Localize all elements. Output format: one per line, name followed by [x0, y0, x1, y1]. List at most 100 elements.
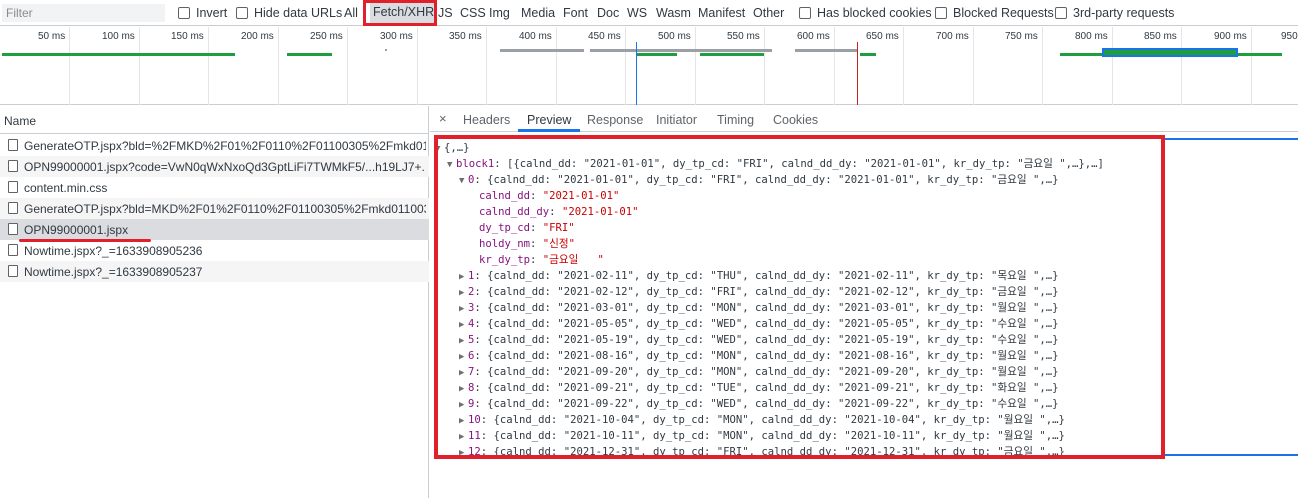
third-party-requests-label[interactable]: 3rd-party requests — [1073, 6, 1174, 20]
tick-line — [834, 27, 835, 105]
type-filter-wasm[interactable]: Wasm — [656, 6, 691, 20]
tab-response[interactable]: Response — [587, 113, 643, 127]
tick-line — [486, 27, 487, 105]
tick-line — [278, 27, 279, 105]
request-name: OPN99000001.jspx?code=VwN0qWxNxoQd3GptLi… — [24, 160, 426, 174]
tab-cookies[interactable]: Cookies — [773, 113, 818, 127]
red-underline-annotation — [19, 239, 151, 242]
network-filter-bar: Invert Hide data URLs All Fetch/XHR JS C… — [0, 0, 1298, 26]
third-party-requests-checkbox[interactable] — [1055, 7, 1067, 19]
request-name: OPN99000001.jspx — [24, 223, 129, 237]
blocked-requests-label[interactable]: Blocked Requests — [953, 6, 1054, 20]
timing-bar — [860, 53, 876, 56]
document-icon — [8, 223, 18, 235]
type-filter-manifest[interactable]: Manifest — [698, 6, 745, 20]
timing-bar — [500, 49, 584, 52]
tick-label: 750 ms — [1005, 31, 1038, 42]
filter-input[interactable] — [2, 4, 165, 22]
tick-line — [417, 27, 418, 105]
tick-label: 600 ms — [797, 31, 830, 42]
request-row[interactable]: content.min.css — [0, 177, 429, 198]
tick-label: 700 ms — [936, 31, 969, 42]
request-row[interactable]: GenerateOTP.jspx?bld=MKD%2F01%2F0110%2F0… — [0, 198, 429, 219]
timing-bar — [287, 53, 332, 56]
preview-highlight-box — [434, 135, 1165, 459]
type-filter-ws[interactable]: WS — [627, 6, 647, 20]
request-row[interactable]: Nowtime.jspx?_=1633908905236 — [0, 240, 429, 261]
tick-line — [69, 27, 70, 105]
fetch-xhr-highlight-box — [363, 0, 437, 26]
tick-label: 550 ms — [727, 31, 760, 42]
has-blocked-cookies-checkbox[interactable] — [799, 7, 811, 19]
type-filter-js[interactable]: JS — [438, 6, 453, 20]
type-filter-other[interactable]: Other — [753, 6, 784, 20]
tab-timing[interactable]: Timing — [717, 113, 754, 127]
timing-bar — [700, 53, 764, 56]
tick-label: 900 ms — [1214, 31, 1247, 42]
tick-label: 200 ms — [241, 31, 274, 42]
tick-line — [1251, 27, 1252, 105]
type-filter-font[interactable]: Font — [563, 6, 588, 20]
tick-line — [764, 27, 765, 105]
tick-label: 50 ms — [38, 31, 66, 42]
network-overview[interactable]: 50 ms 100 ms 150 ms 200 ms 250 ms 300 ms… — [0, 27, 1298, 105]
document-icon — [8, 160, 18, 172]
name-column-header[interactable]: Name — [0, 106, 429, 134]
type-filter-css[interactable]: CSS — [460, 6, 486, 20]
tab-initiator[interactable]: Initiator — [656, 113, 697, 127]
tick-label: 500 ms — [658, 31, 691, 42]
tab-preview[interactable]: Preview — [527, 113, 571, 127]
tick-line — [347, 27, 348, 105]
tick-label: 950 — [1281, 31, 1298, 42]
tick-line — [625, 27, 626, 105]
close-icon[interactable]: × — [439, 111, 447, 126]
tick-label: 150 ms — [171, 31, 204, 42]
document-icon — [8, 265, 18, 277]
type-filter-doc[interactable]: Doc — [597, 6, 619, 20]
type-filter-media[interactable]: Media — [521, 6, 555, 20]
timing-bar — [2, 53, 235, 56]
tick-line — [973, 27, 974, 105]
tick-label: 250 ms — [310, 31, 343, 42]
tick-label: 300 ms — [380, 31, 413, 42]
active-tab-indicator — [518, 129, 580, 132]
document-icon — [8, 139, 18, 151]
timing-bar — [795, 49, 857, 52]
dom-content-loaded-marker — [636, 42, 637, 105]
tab-headers[interactable]: Headers — [463, 113, 510, 127]
request-name: GenerateOTP.jspx?bld=MKD%2F01%2F0110%2F0… — [24, 202, 426, 216]
tick-line — [556, 27, 557, 105]
selection-border-bottom — [1163, 454, 1298, 456]
type-filter-img[interactable]: Img — [489, 6, 510, 20]
request-list-panel: Name GenerateOTP.jspx?bld=%2FMKD%2F01%2F… — [0, 106, 429, 498]
request-row[interactable]: GenerateOTP.jspx?bld=%2FMKD%2F01%2F0110%… — [0, 135, 429, 156]
request-row[interactable]: OPN99000001.jspx?code=VwN0qWxNxoQd3GptLi… — [0, 156, 429, 177]
timing-bar — [1104, 50, 1236, 55]
tick-line — [695, 27, 696, 105]
tick-line — [208, 27, 209, 105]
type-filter-all[interactable]: All — [344, 6, 358, 20]
request-row[interactable]: Nowtime.jspx?_=1633908905237 — [0, 261, 429, 282]
invert-label[interactable]: Invert — [196, 6, 227, 20]
tick-label: 350 ms — [449, 31, 482, 42]
tick-line — [1042, 27, 1043, 105]
document-icon — [8, 202, 18, 214]
name-column-label: Name — [4, 114, 37, 128]
has-blocked-cookies-label[interactable]: Has blocked cookies — [817, 6, 932, 20]
tick-line — [903, 27, 904, 105]
invert-checkbox[interactable] — [178, 7, 190, 19]
tick-label: 850 ms — [1144, 31, 1177, 42]
hide-data-urls-checkbox[interactable] — [236, 7, 248, 19]
tick-label: 400 ms — [519, 31, 552, 42]
hide-data-urls-label[interactable]: Hide data URLs — [254, 6, 342, 20]
timing-bar — [590, 49, 772, 52]
load-event-marker — [857, 42, 858, 105]
timing-bar — [385, 49, 387, 51]
request-row-selected[interactable]: OPN99000001.jspx — [0, 219, 429, 240]
tick-line — [1112, 27, 1113, 105]
document-icon — [8, 181, 18, 193]
request-name: content.min.css — [24, 181, 108, 195]
tick-label: 650 ms — [866, 31, 899, 42]
blocked-requests-checkbox[interactable] — [935, 7, 947, 19]
request-name: Nowtime.jspx?_=1633908905236 — [24, 244, 203, 258]
